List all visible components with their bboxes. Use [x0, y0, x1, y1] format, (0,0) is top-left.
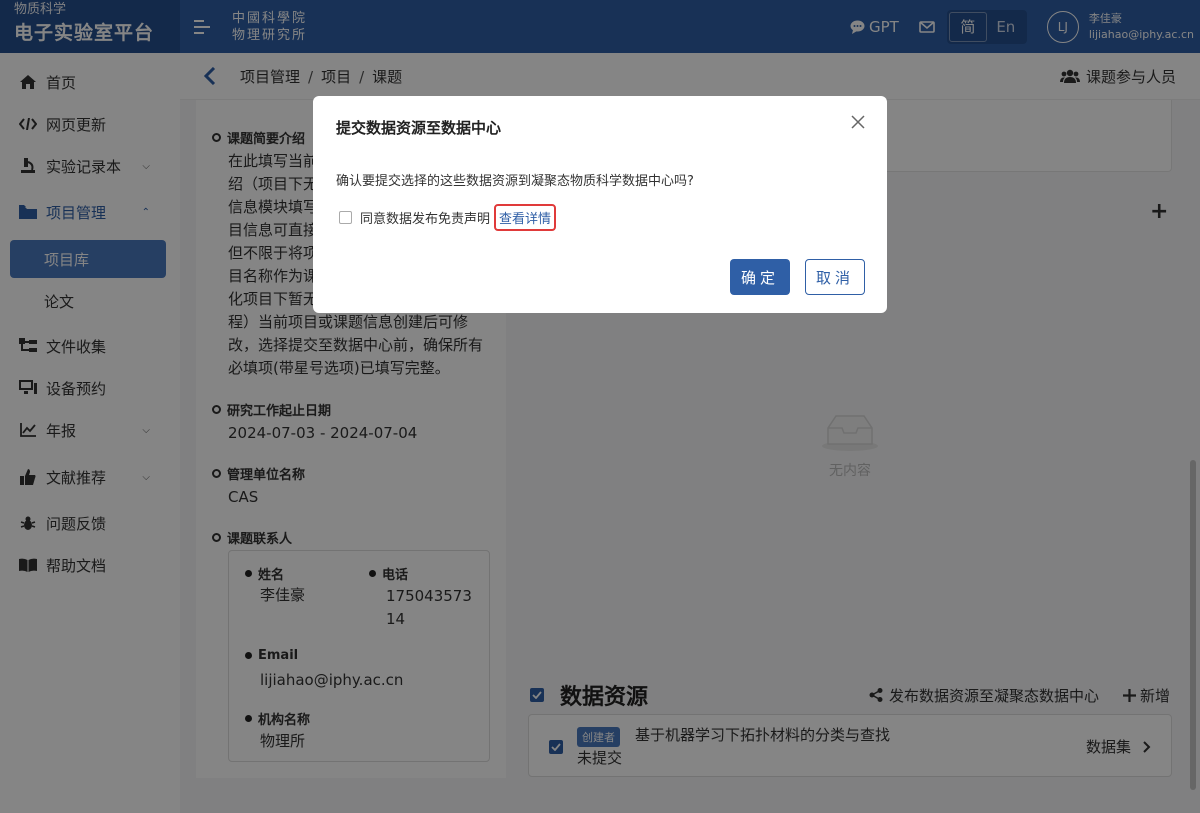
submit-dialog: 提交数据资源至数据中心 确认要提交选择的这些数据资源到凝聚态物质科学数据中心吗?… — [313, 96, 887, 313]
agree-label[interactable]: 同意数据发布免责声明 — [360, 208, 490, 227]
close-button[interactable] — [851, 114, 869, 132]
close-icon — [851, 115, 865, 129]
confirm-button[interactable]: 确定 — [730, 259, 790, 295]
cancel-button[interactable]: 取消 — [805, 259, 865, 295]
dialog-message: 确认要提交选择的这些数据资源到凝聚态物质科学数据中心吗? — [336, 174, 694, 189]
view-details-link[interactable]: 查看详情 — [494, 204, 557, 231]
dialog-title: 提交数据资源至数据中心 — [336, 119, 502, 137]
agree-row: 同意数据发布免责声明 查看详情 — [339, 204, 557, 231]
agree-checkbox[interactable] — [339, 211, 352, 224]
